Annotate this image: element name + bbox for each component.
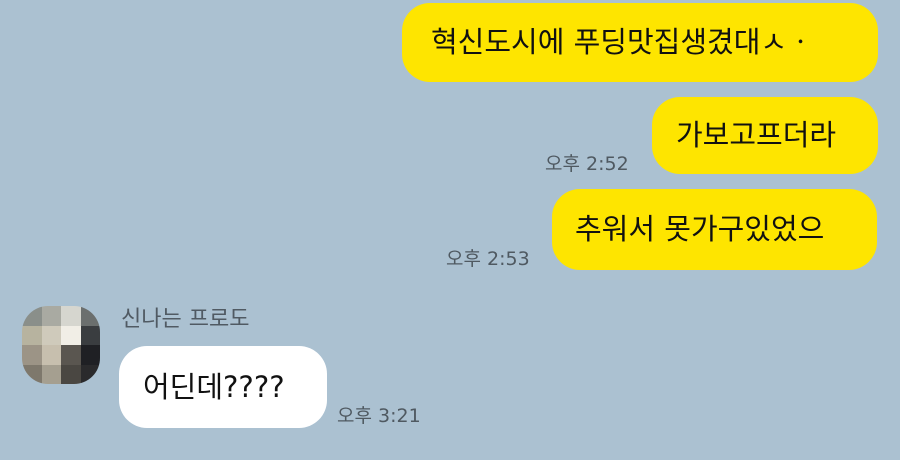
avatar-pixel xyxy=(80,306,100,326)
my-message-bubble[interactable]: 추워서 못가구있었으 xyxy=(552,189,877,270)
avatar-pixel xyxy=(61,364,81,384)
chat-message-area[interactable]: 혁신도시에 푸딩맛집생겼대ㅅㆍ 오후 2:52 가보고프더라 오후 2:53 추… xyxy=(0,0,900,460)
avatar-pixel xyxy=(22,364,42,384)
message-text: 추워서 못가구있었으 xyxy=(575,212,825,246)
my-message-bubble[interactable]: 혁신도시에 푸딩맛집생겼대ㅅㆍ xyxy=(402,3,878,82)
message-time: 오후 2:53 xyxy=(446,248,530,270)
avatar-pixel xyxy=(80,364,100,384)
message-time: 오후 3:21 xyxy=(337,405,421,427)
message-text: 가보고프더라 xyxy=(676,118,837,152)
avatar-pixel xyxy=(41,306,61,326)
avatar-pixel xyxy=(41,345,61,365)
their-message-bubble[interactable]: 어딘데???? xyxy=(119,346,327,428)
avatar-pixel xyxy=(41,325,61,345)
avatar-pixel xyxy=(22,345,42,365)
avatar-pixel xyxy=(41,364,61,384)
avatar-pixel xyxy=(80,345,100,365)
my-message-bubble[interactable]: 가보고프더라 xyxy=(652,97,878,174)
sender-name: 신나는 프로도 xyxy=(121,307,250,332)
avatar-pixel xyxy=(61,306,81,326)
avatar-pixel xyxy=(80,325,100,345)
message-text: 어딘데???? xyxy=(143,369,285,404)
avatar[interactable] xyxy=(22,306,100,384)
avatar-pixel xyxy=(61,325,81,345)
avatar-pixel xyxy=(22,325,42,345)
avatar-pixel xyxy=(22,306,42,326)
avatar-pixel xyxy=(61,345,81,365)
message-text: 혁신도시에 푸딩맛집생겼대ㅅㆍ xyxy=(431,25,814,59)
message-time: 오후 2:52 xyxy=(545,153,629,175)
